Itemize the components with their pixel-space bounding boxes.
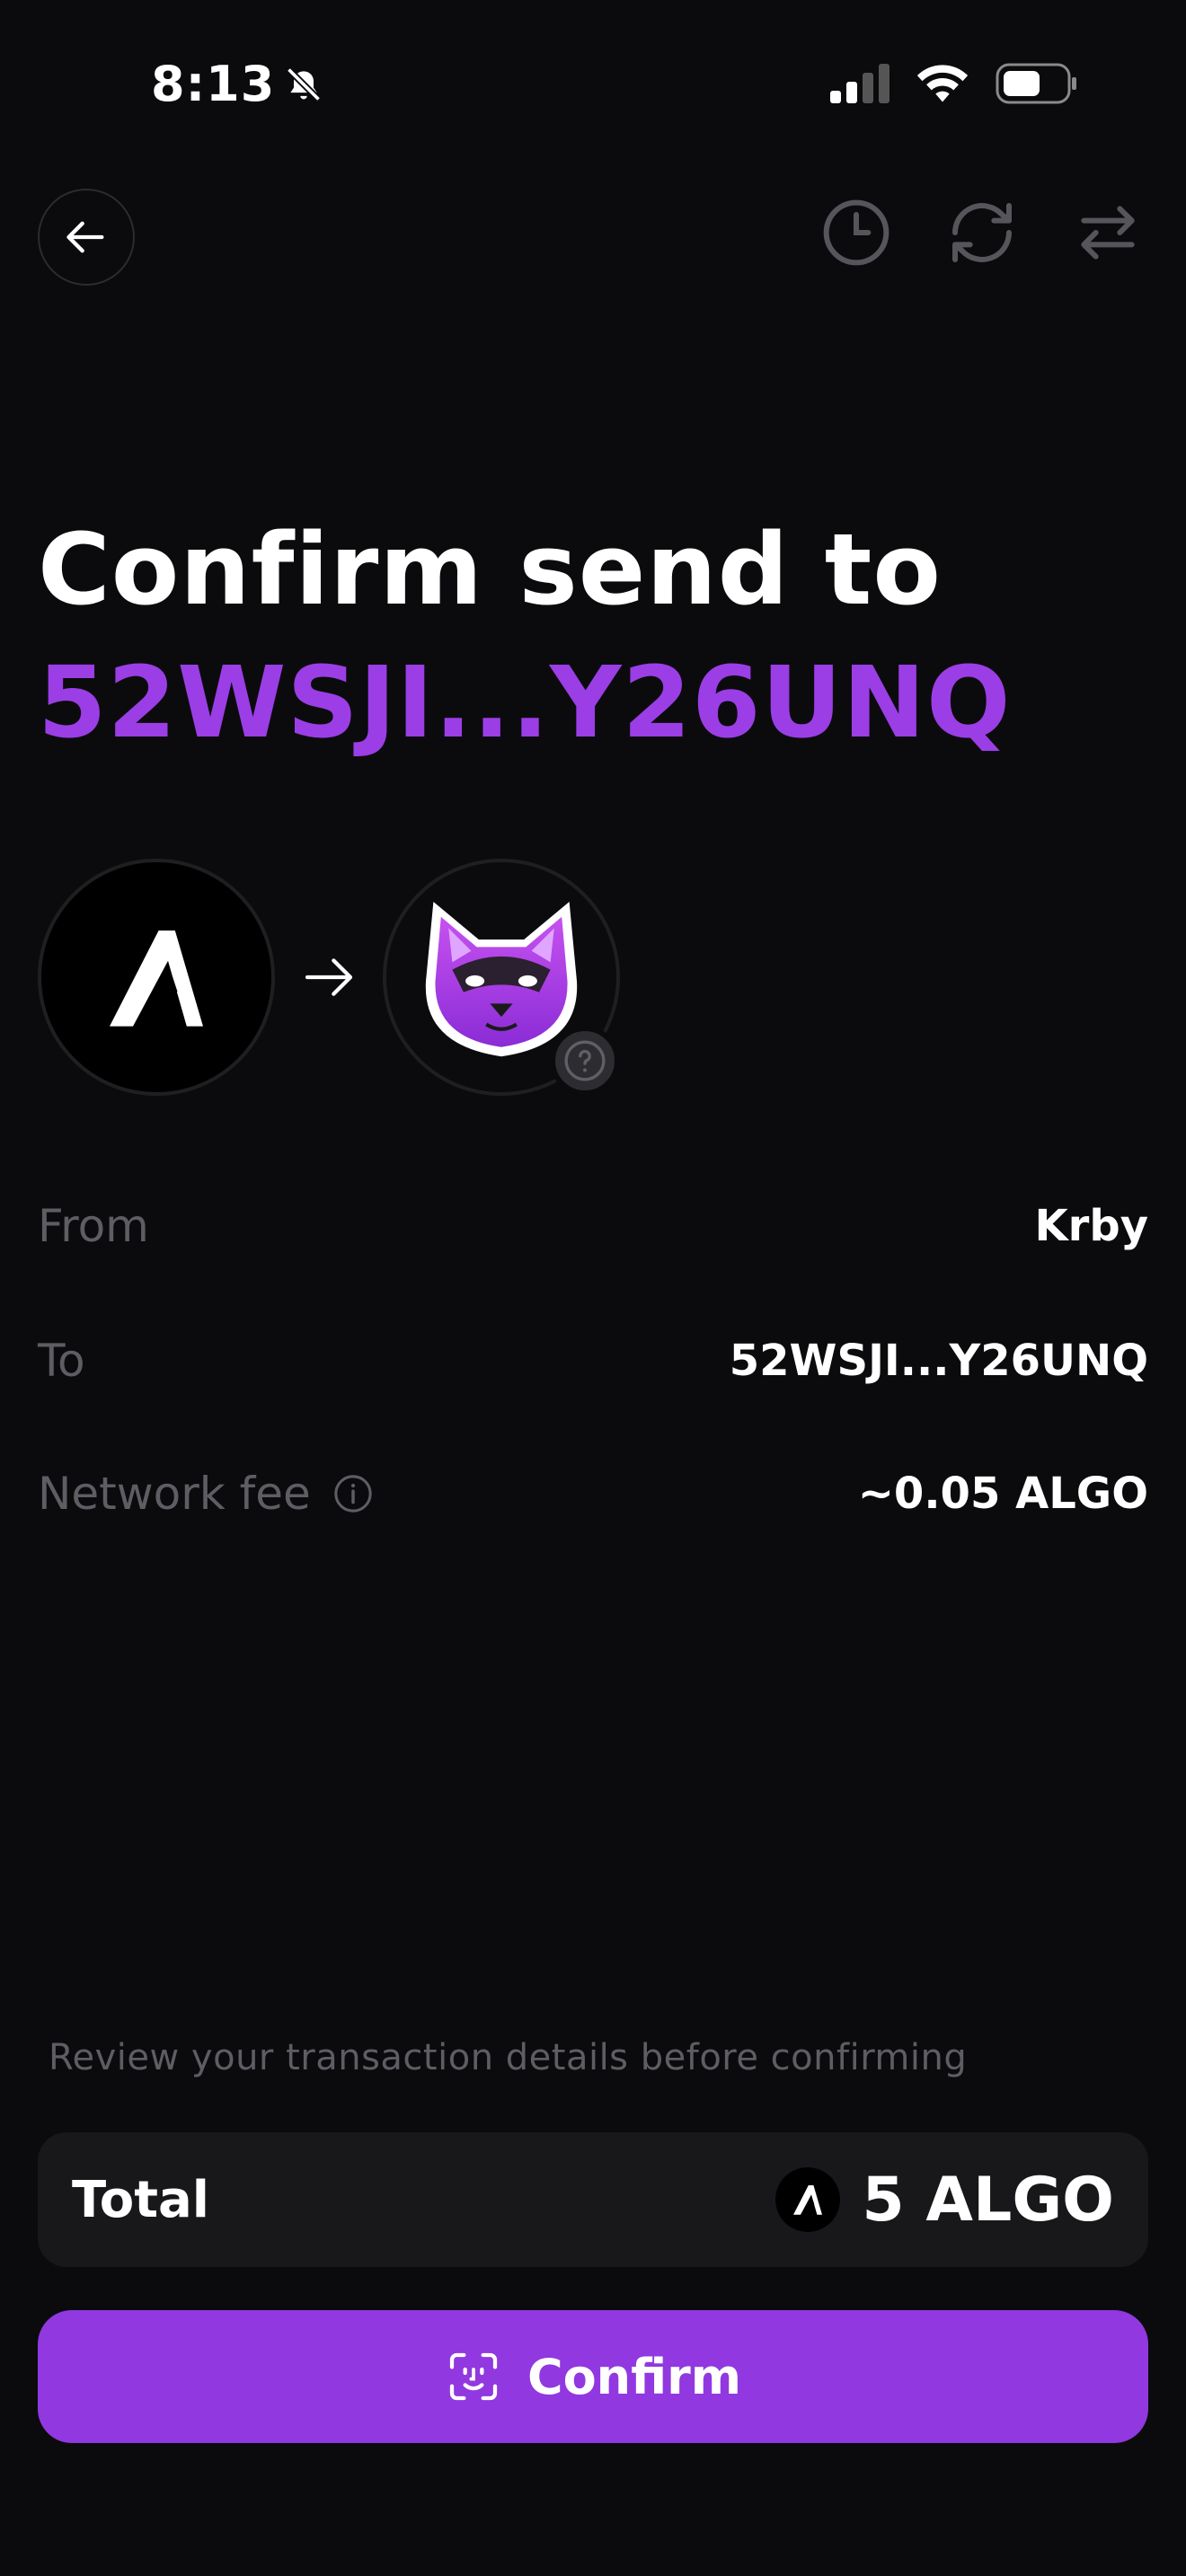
face-id-icon [449,2352,498,2401]
right-arrow-icon [305,958,353,996]
top-actions [819,196,1145,269]
signal-icon [830,64,890,103]
title-line: Confirm send to [38,512,942,627]
network-fee-label-group: Network fee [38,1468,374,1520]
back-arrow-icon [66,221,104,253]
confirm-send-screen: 8:13 Confirm send to 52WSJI...Y26UNQ Fro… [0,0,1186,2576]
total-amount: 5 ALGO [862,2164,1114,2236]
recipient-address-title: 52WSJI...Y26UNQ [38,645,1012,760]
algorand-icon [110,931,203,1027]
from-value: Krby [1034,1201,1148,1251]
from-label: From [38,1200,149,1252]
total-card: Total 5 ALGO [38,2132,1148,2267]
unknown-badge [550,1026,620,1096]
recipient-avatar [383,859,620,1096]
question-mark-icon [564,1040,606,1081]
confirm-button[interactable]: Confirm [38,2310,1148,2443]
wifi-icon [916,65,969,102]
review-hint: Review your transaction details before c… [49,2037,968,2078]
confirm-label: Confirm [527,2348,742,2405]
status-time: 8:13 [151,56,323,112]
network-fee-row: Network fee ~0.05 ALGO [38,1468,1148,1520]
to-label: To [38,1335,85,1387]
info-icon[interactable] [332,1473,374,1514]
to-row: To 52WSJI...Y26UNQ [38,1335,1148,1387]
status-indicators [830,63,1078,104]
total-label: Total [72,2170,209,2229]
direction-arrow [275,948,383,1006]
bell-slash-icon [287,66,322,101]
asset-avatar [38,859,275,1096]
from-row: From Krby [38,1200,1148,1252]
total-amount-group: 5 ALGO [775,2165,1114,2236]
swap-arrows-icon [1081,206,1135,260]
refresh-icon [952,203,1012,262]
network-fee-label: Network fee [38,1468,311,1520]
history-button[interactable] [819,196,893,269]
algorand-icon [793,2185,823,2215]
transfer-avatars [38,859,620,1096]
total-coin [775,2167,841,2232]
refresh-button[interactable] [945,196,1019,269]
to-value: 52WSJI...Y26UNQ [729,1336,1148,1386]
page-title: Confirm send to 52WSJI...Y26UNQ [38,503,1011,769]
back-button[interactable] [38,189,135,286]
swap-button[interactable] [1071,196,1145,269]
status-time-text: 8:13 [151,56,276,112]
history-clock-icon [823,199,890,266]
battery-icon [996,63,1076,104]
network-fee-value: ~0.05 ALGO [857,1469,1148,1519]
